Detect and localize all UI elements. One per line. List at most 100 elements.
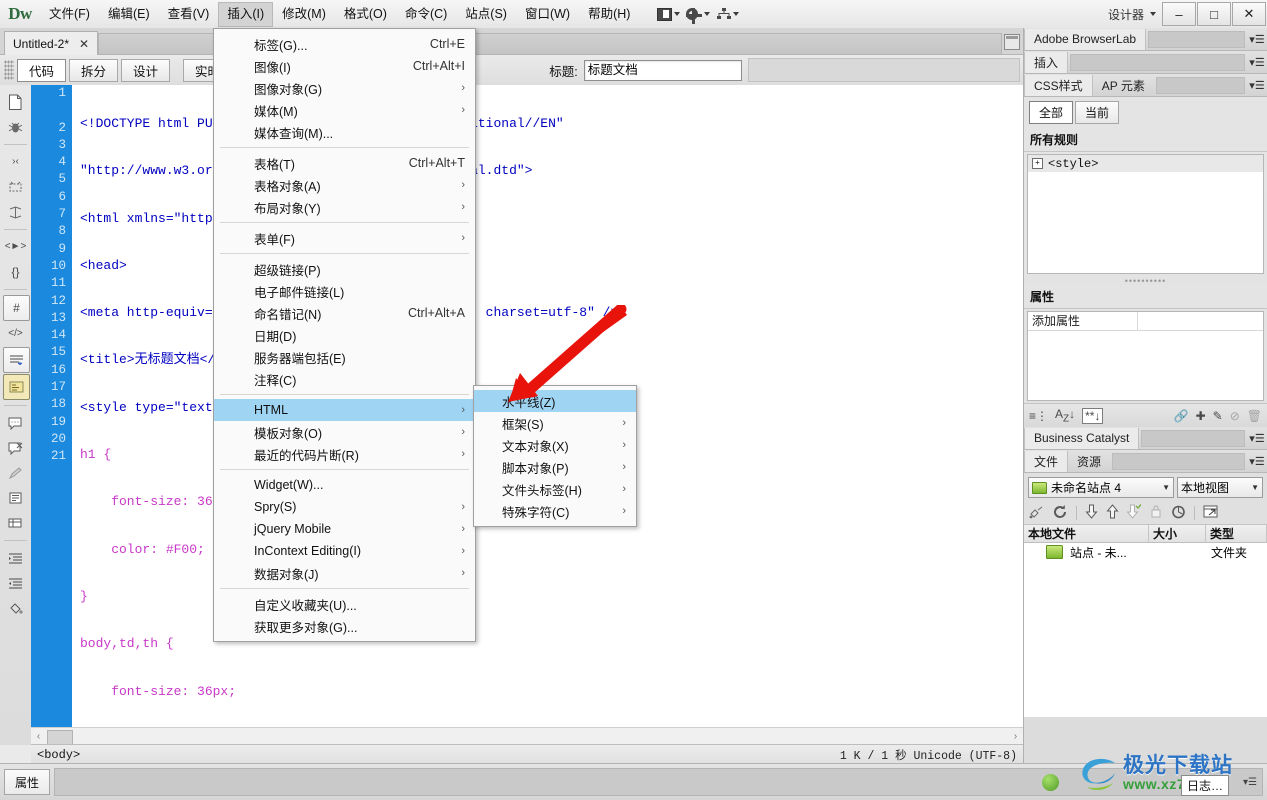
column-local-files[interactable]: 本地文件 bbox=[1024, 525, 1149, 542]
horizontal-scrollbar[interactable]: ‹ › bbox=[31, 727, 1023, 745]
recent-snippets-icon[interactable] bbox=[3, 486, 28, 510]
disable-rule-icon[interactable]: ⊘ bbox=[1230, 409, 1240, 423]
check-out-icon[interactable] bbox=[1126, 504, 1142, 522]
panel-options-icon[interactable]: ▾☰ bbox=[1247, 79, 1267, 92]
word-wrap-icon[interactable] bbox=[3, 347, 30, 373]
menu-item-email-link[interactable]: 电子邮件链接(L) bbox=[214, 280, 475, 302]
menu-item-tag[interactable]: 标签(G)... Ctrl+E bbox=[214, 33, 475, 55]
site-management-button[interactable] bbox=[713, 0, 743, 28]
log-badge[interactable]: 日志… bbox=[1180, 775, 1229, 796]
tab-files[interactable]: 文件 bbox=[1024, 450, 1069, 472]
highlight-invalid-code-icon[interactable]: </> bbox=[3, 322, 28, 346]
insert-panel-tab[interactable]: 插入 bbox=[1024, 51, 1069, 73]
submenu-item-horizontal-rule[interactable]: 水平线(Z) bbox=[474, 390, 636, 412]
scroll-left-icon[interactable]: ‹ bbox=[31, 731, 46, 742]
view-split-button[interactable]: 拆分 bbox=[69, 58, 119, 82]
menu-item-template-objects[interactable]: 模板对象(O) › bbox=[214, 421, 475, 443]
put-files-icon[interactable] bbox=[1106, 504, 1119, 522]
menu-item-layout-objects[interactable]: 布局对象(Y) › bbox=[214, 196, 475, 218]
browserlab-tab[interactable]: Adobe BrowserLab bbox=[1024, 28, 1147, 50]
submenu-item-script-objects[interactable]: 脚本对象(P) › bbox=[474, 456, 636, 478]
extend-dreamweaver-button[interactable] bbox=[683, 0, 713, 28]
table-row[interactable]: 站点 - 未... 文件夹 bbox=[1024, 543, 1267, 561]
tab-assets[interactable]: 资源 bbox=[1068, 451, 1110, 472]
menu-modify[interactable]: 修改(M) bbox=[273, 2, 335, 27]
menu-view[interactable]: 查看(V) bbox=[159, 2, 219, 27]
view-code-button[interactable]: 代码 bbox=[17, 58, 67, 82]
wrap-tag-icon[interactable] bbox=[3, 461, 28, 485]
format-source-code-icon[interactable] bbox=[3, 596, 28, 620]
menu-format[interactable]: 格式(O) bbox=[335, 2, 396, 27]
menu-file[interactable]: 文件(F) bbox=[40, 2, 99, 27]
css-all-button[interactable]: 全部 bbox=[1029, 101, 1074, 124]
collapse-outside-tag-icon[interactable] bbox=[3, 175, 28, 199]
panel-options-icon[interactable]: ▾☰ bbox=[1247, 455, 1267, 468]
tag-selector[interactable]: <body> bbox=[37, 748, 80, 762]
add-property-link[interactable]: 添加属性 bbox=[1028, 312, 1138, 330]
check-in-icon[interactable] bbox=[1149, 504, 1163, 522]
menu-item-table-objects[interactable]: 表格对象(A) › bbox=[214, 174, 475, 196]
chevron-down-icon[interactable] bbox=[1150, 12, 1156, 16]
menu-item-form[interactable]: 表单(F) › bbox=[214, 227, 475, 249]
minimize-button[interactable]: – bbox=[1162, 2, 1196, 26]
delete-rule-icon[interactable]: 🗑 bbox=[1247, 409, 1262, 423]
file-list-body[interactable]: 站点 - 未... 文件夹 bbox=[1024, 543, 1267, 717]
menu-item-image-objects[interactable]: 图像对象(G) › bbox=[214, 77, 475, 99]
panel-options-icon[interactable]: ▾☰ bbox=[1247, 33, 1267, 46]
expand-icon[interactable] bbox=[1203, 505, 1218, 521]
document-tab[interactable]: Untitled-2* ✕ bbox=[4, 31, 99, 55]
close-icon[interactable]: ✕ bbox=[79, 37, 89, 51]
css-current-button[interactable]: 当前 bbox=[1075, 101, 1120, 124]
tab-ap-elements[interactable]: AP 元素 bbox=[1093, 75, 1154, 96]
close-button[interactable]: ✕ bbox=[1232, 2, 1266, 26]
business-catalyst-panel-header[interactable]: Business Catalyst ▾☰ bbox=[1024, 427, 1267, 450]
move-css-rules-icon[interactable] bbox=[3, 511, 28, 535]
menu-item-widget[interactable]: Widget(W)... bbox=[214, 474, 475, 496]
collapse-full-tag-icon[interactable]: ›‹ bbox=[3, 150, 28, 174]
maximize-button[interactable]: □ bbox=[1197, 2, 1231, 26]
menu-item-image[interactable]: 图像(I) Ctrl+Alt+I bbox=[214, 55, 475, 77]
outdent-code-icon[interactable] bbox=[3, 571, 28, 595]
restore-document-icon[interactable] bbox=[1004, 34, 1020, 50]
list-item[interactable]: + <style> bbox=[1028, 155, 1263, 172]
submenu-item-text-objects[interactable]: 文本对象(X) › bbox=[474, 434, 636, 456]
line-numbers-icon[interactable]: # bbox=[3, 295, 30, 321]
panel-resize-grip[interactable]: •••••••••• bbox=[1024, 276, 1267, 286]
new-rule-icon[interactable]: ✚ bbox=[1196, 409, 1206, 423]
menu-item-hyperlink[interactable]: 超级链接(P) bbox=[214, 258, 475, 280]
site-dropdown[interactable]: 未命名站点 4 ▼ bbox=[1028, 477, 1174, 498]
menu-commands[interactable]: 命令(C) bbox=[396, 2, 456, 27]
panel-options-icon[interactable]: ▾☰ bbox=[1247, 56, 1267, 69]
table-row[interactable]: 添加属性 bbox=[1028, 312, 1263, 331]
menu-item-server-side-include[interactable]: 服务器端包括(E) bbox=[214, 346, 475, 368]
connect-icon[interactable] bbox=[1029, 505, 1045, 522]
business-catalyst-tab[interactable]: Business Catalyst bbox=[1024, 427, 1140, 449]
css-rules-list[interactable]: + <style> bbox=[1027, 154, 1264, 274]
menu-window[interactable]: 窗口(W) bbox=[516, 2, 579, 27]
css-properties-list[interactable]: 添加属性 bbox=[1027, 311, 1264, 401]
menu-item-customize-favorites[interactable]: 自定义收藏夹(U)... bbox=[214, 593, 475, 615]
edit-rule-icon[interactable]: ✎ bbox=[1213, 409, 1223, 423]
syntax-coloring-icon[interactable] bbox=[3, 374, 30, 400]
remove-comment-icon[interactable] bbox=[3, 436, 28, 460]
set-properties-icon[interactable]: **↓ bbox=[1082, 407, 1104, 424]
menu-item-get-more-objects[interactable]: 获取更多对象(G)... bbox=[214, 615, 475, 637]
submenu-item-special-characters[interactable]: 特殊字符(C) › bbox=[474, 500, 636, 522]
menu-item-comment[interactable]: 注释(C) bbox=[214, 368, 475, 390]
expand-all-icon[interactable] bbox=[3, 200, 28, 224]
menu-item-named-anchor[interactable]: 命名错记(N) Ctrl+Alt+A bbox=[214, 302, 475, 324]
toolbar-grip[interactable] bbox=[4, 60, 14, 80]
menu-item-data-objects[interactable]: 数据对象(J) › bbox=[214, 562, 475, 584]
menu-edit[interactable]: 编辑(E) bbox=[99, 2, 159, 27]
open-documents-icon[interactable] bbox=[3, 90, 28, 114]
menu-help[interactable]: 帮助(H) bbox=[579, 2, 639, 27]
menu-item-jquery-mobile[interactable]: jQuery Mobile › bbox=[214, 518, 475, 540]
refresh-icon[interactable] bbox=[1053, 504, 1068, 522]
menu-item-spry[interactable]: Spry(S) › bbox=[214, 496, 475, 518]
menu-item-table[interactable]: 表格(T) Ctrl+Alt+T bbox=[214, 152, 475, 174]
get-files-icon[interactable] bbox=[1085, 504, 1098, 522]
scroll-right-icon[interactable]: › bbox=[1008, 731, 1023, 742]
menu-item-media[interactable]: 媒体(M) › bbox=[214, 99, 475, 121]
submenu-item-frames[interactable]: 框架(S) › bbox=[474, 412, 636, 434]
az-sort-icon[interactable]: AZ↓ bbox=[1055, 407, 1075, 424]
